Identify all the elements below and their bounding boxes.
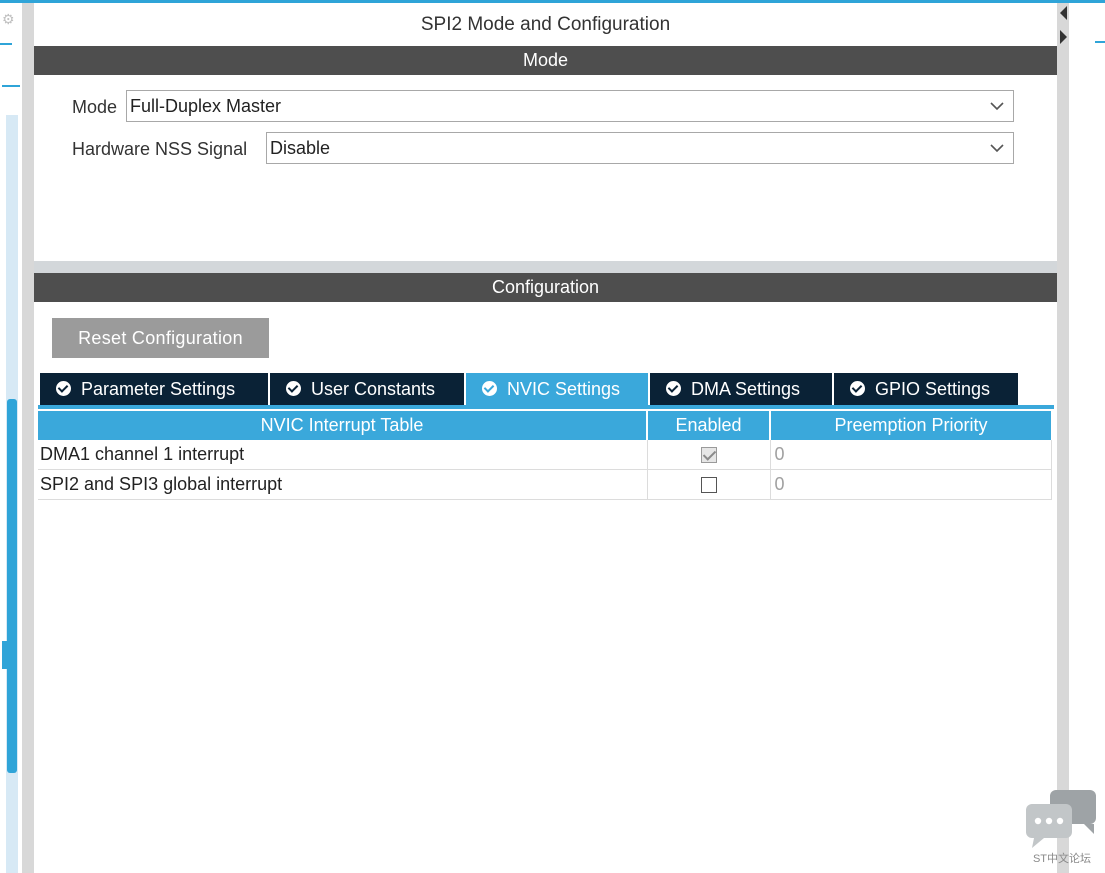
collapse-arrow-icon[interactable] <box>1058 4 1068 44</box>
chevron-down-icon <box>990 102 1004 111</box>
divider <box>2 85 20 87</box>
mode-select-value: Full-Duplex Master <box>130 96 282 116</box>
divider <box>1095 41 1105 43</box>
table-row[interactable]: SPI2 and SPI3 global interrupt 0 <box>38 469 1052 500</box>
interrupt-name: SPI2 and SPI3 global interrupt <box>38 469 648 500</box>
enabled-checkbox[interactable] <box>700 447 717 464</box>
check-circle-icon <box>286 381 301 396</box>
nss-select[interactable]: Disable <box>266 132 1014 164</box>
chevron-down-icon <box>990 144 1004 153</box>
gear-icon[interactable]: ⚙ <box>2 11 15 28</box>
right-side-panel <box>1069 3 1105 873</box>
tab-label: NVIC Settings <box>507 379 621 399</box>
nss-select-value: Disable <box>270 138 331 158</box>
tab-user-constants[interactable]: User Constants <box>270 373 466 406</box>
tab-nvic-settings[interactable]: NVIC Settings <box>466 373 650 406</box>
tab-label: Parameter Settings <box>81 379 236 399</box>
reset-configuration-button[interactable]: Reset Configuration <box>52 318 269 358</box>
chat-bubble-icon <box>1026 790 1096 848</box>
priority-value[interactable]: 0 <box>770 440 1052 470</box>
column-header-priority[interactable]: Preemption Priority <box>770 411 1051 440</box>
check-circle-icon <box>850 381 865 396</box>
tab-label: GPIO Settings <box>875 379 991 399</box>
tab-gpio-settings[interactable]: GPIO Settings <box>834 373 1020 406</box>
priority-value[interactable]: 0 <box>770 469 1052 500</box>
scrollbar-thumb[interactable] <box>7 399 17 773</box>
mode-label: Mode <box>72 97 118 117</box>
scrollbar-marker <box>2 641 8 669</box>
configuration-section-header: Configuration <box>34 273 1057 302</box>
tab-underline <box>38 405 1054 409</box>
forum-watermark: ST中文论坛 <box>1024 788 1100 868</box>
section-separator <box>34 261 1057 273</box>
tab-dma-settings[interactable]: DMA Settings <box>650 373 834 406</box>
left-side-panel: ⚙ <box>0 3 22 873</box>
enabled-cell <box>647 469 771 500</box>
table-row[interactable]: DMA1 channel 1 interrupt 0 <box>38 440 1052 470</box>
tab-label: User Constants <box>311 379 436 399</box>
check-circle-icon <box>56 381 71 396</box>
mode-select[interactable]: Full-Duplex Master <box>126 90 1014 122</box>
panel-title: SPI2 Mode and Configuration <box>420 14 671 35</box>
panel-border <box>1057 3 1069 873</box>
column-header-interrupt[interactable]: NVIC Interrupt Table <box>38 411 648 440</box>
tab-parameter-settings[interactable]: Parameter Settings <box>40 373 270 406</box>
column-header-enabled[interactable]: Enabled <box>647 411 771 440</box>
nvic-interrupt-table: NVIC Interrupt Table Enabled Preemption … <box>38 411 1052 500</box>
enabled-checkbox[interactable] <box>700 477 717 494</box>
panel-border <box>22 3 34 873</box>
check-circle-icon <box>666 381 681 396</box>
interrupt-name: DMA1 channel 1 interrupt <box>38 440 648 470</box>
nss-label: Hardware NSS Signal <box>72 139 248 159</box>
tab-label: DMA Settings <box>691 379 801 399</box>
spi2-config-panel: SPI2 Mode and Configuration Mode Mode Fu… <box>34 3 1057 873</box>
mode-section-header: Mode <box>34 46 1057 75</box>
divider <box>0 43 12 45</box>
watermark-text: ST中文论坛 <box>1032 853 1092 865</box>
check-circle-icon <box>482 381 497 396</box>
enabled-cell <box>647 440 771 470</box>
